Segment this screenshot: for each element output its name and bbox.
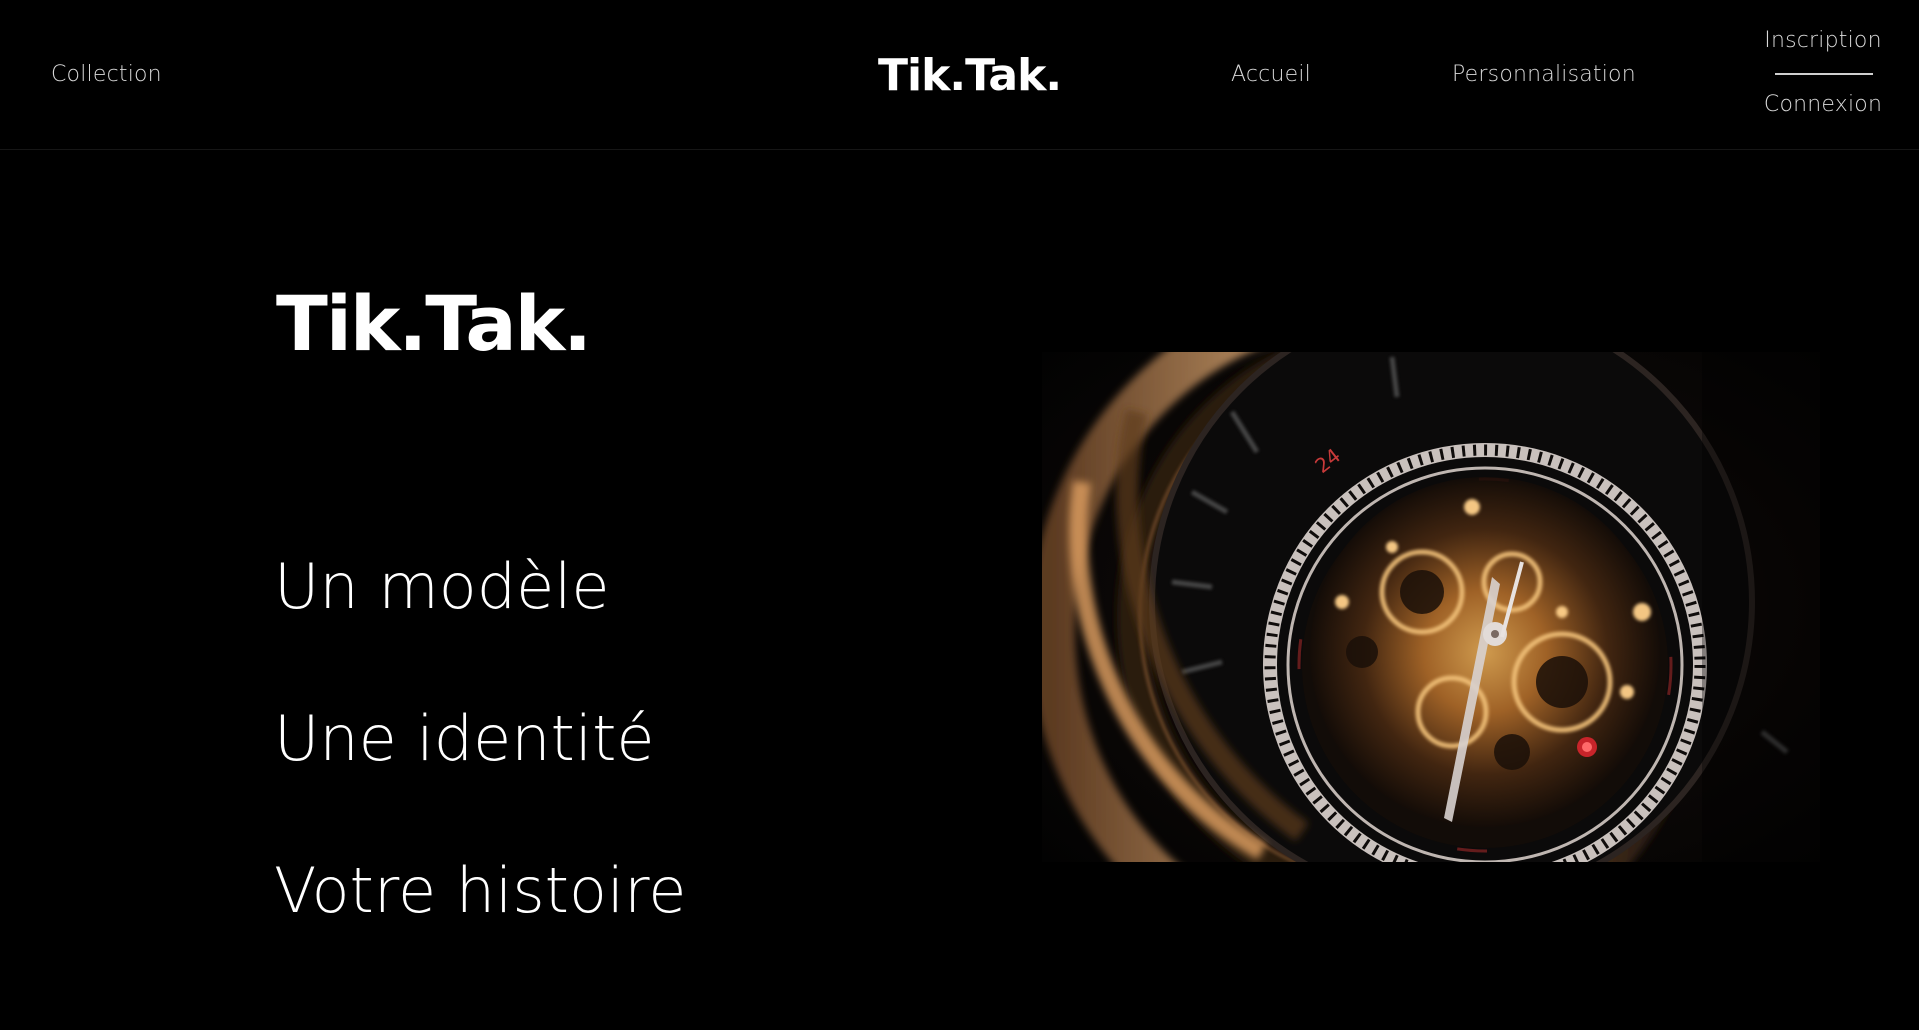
page: Collection Tik.Tak. Accueil Personnalisa…: [0, 0, 1919, 1030]
site-logo[interactable]: Tik.Tak.: [878, 50, 1062, 101]
nav-collection-link[interactable]: Collection: [51, 62, 162, 87]
auth-links: Inscription Connexion: [1745, 26, 1901, 126]
nav-personnalisation-link[interactable]: Personnalisation: [1452, 62, 1636, 87]
tagline-histoire: Votre histoire: [274, 854, 687, 927]
tagline-identite: Une identité: [274, 702, 655, 775]
inscription-link[interactable]: Inscription: [1745, 28, 1901, 53]
auth-divider: [1775, 73, 1873, 75]
site-header: Collection Tik.Tak. Accueil Personnalisa…: [0, 0, 1919, 150]
connexion-link[interactable]: Connexion: [1745, 92, 1901, 117]
hero-title: Tik.Tak.: [276, 279, 592, 368]
tagline-modele: Un modèle: [274, 550, 610, 623]
watch-photo: 24: [1042, 352, 1820, 862]
nav-accueil-link[interactable]: Accueil: [1231, 62, 1311, 87]
watch-illustration: 24: [1042, 352, 1820, 862]
